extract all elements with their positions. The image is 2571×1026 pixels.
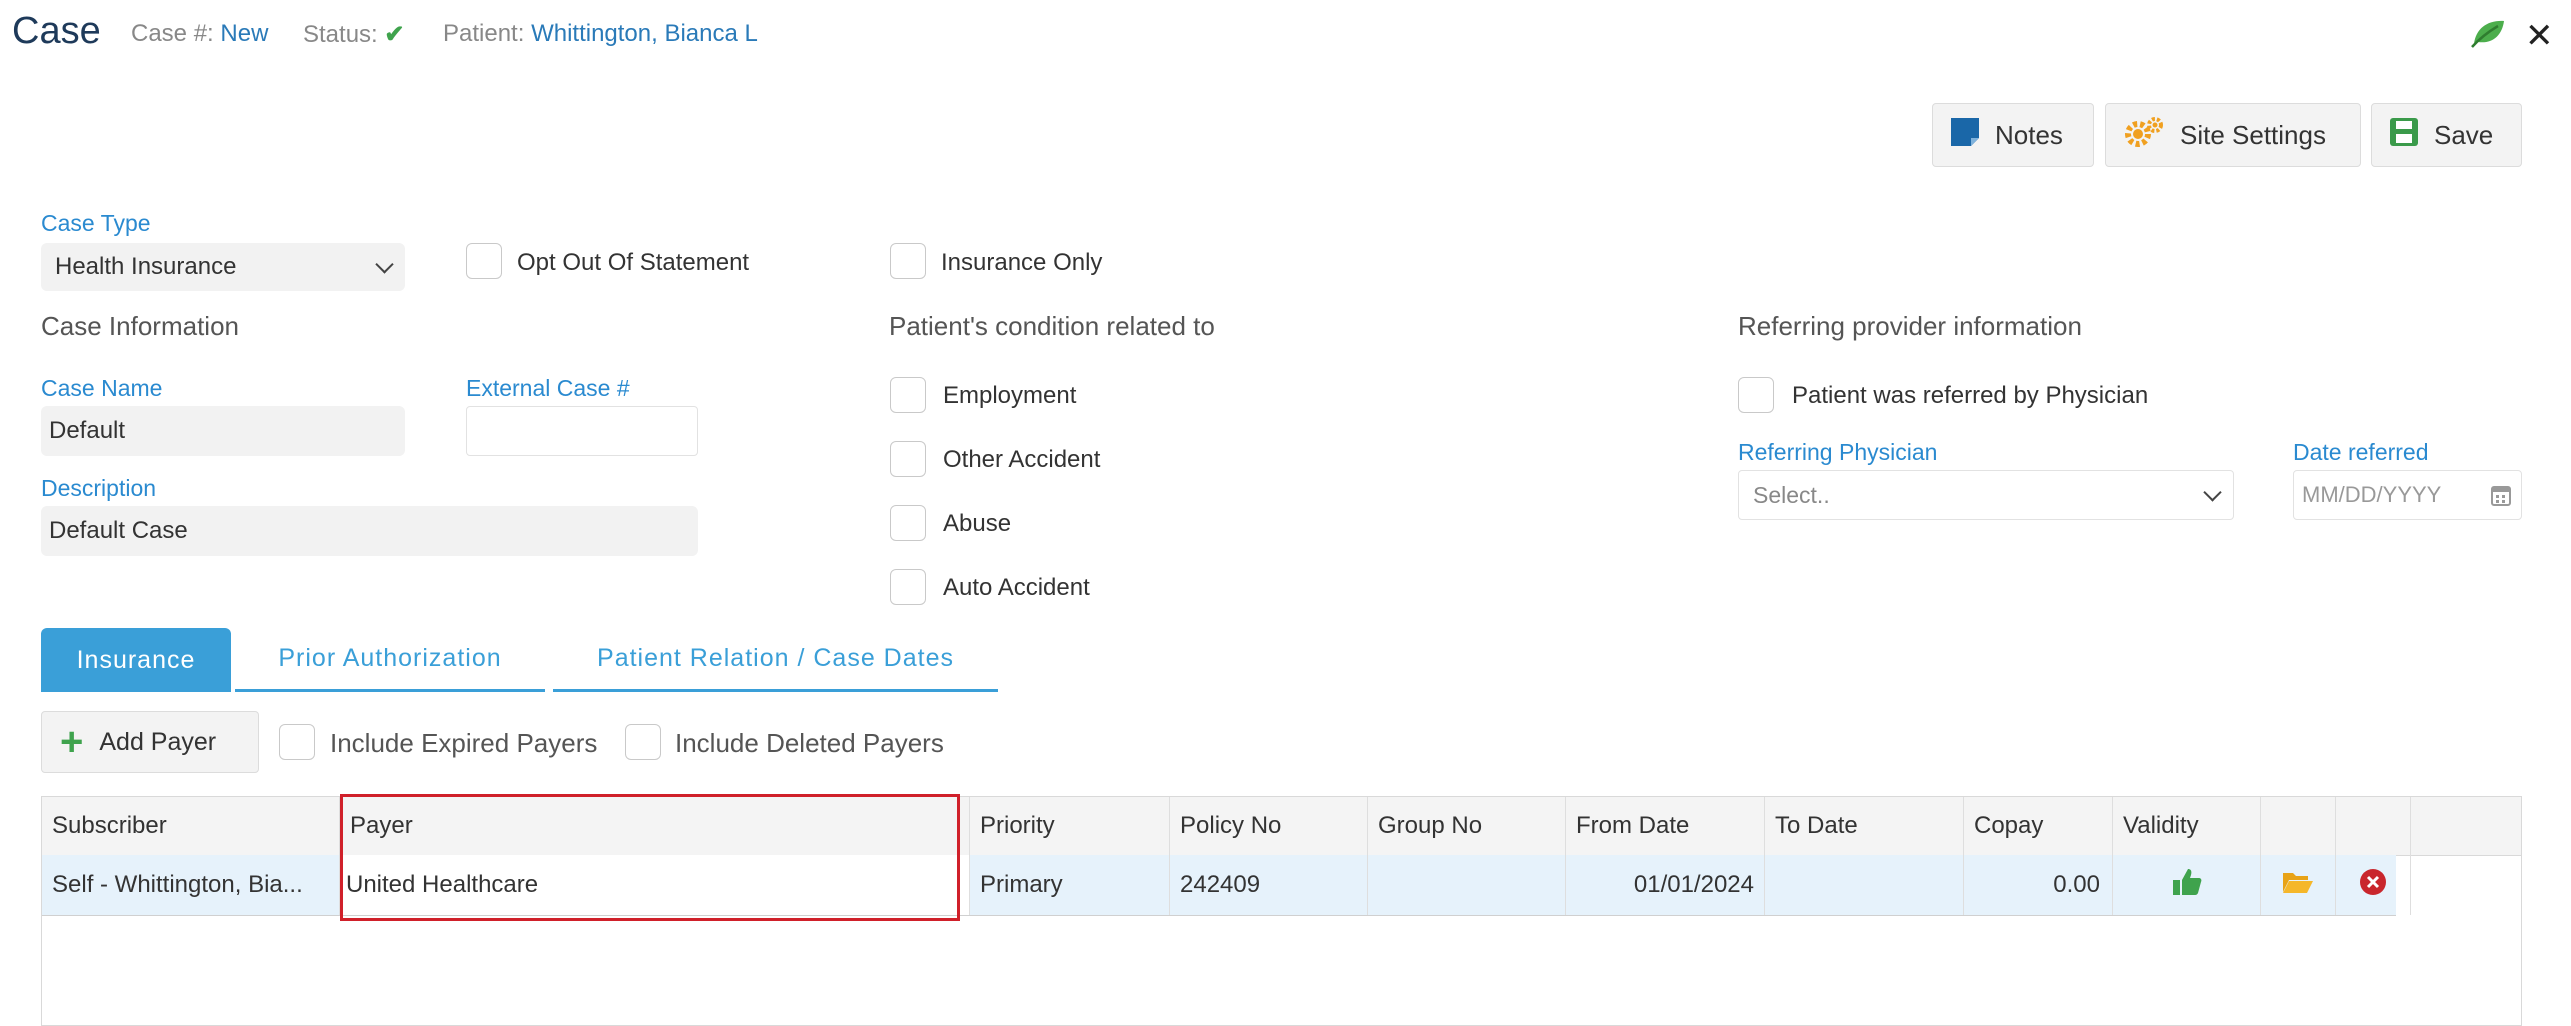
referring-physician-select[interactable]: Select.. [1738,470,2234,520]
column-header [2336,797,2411,855]
priority-cell: Primary [970,855,1170,915]
site-settings-button[interactable]: Site Settings [2105,103,2361,167]
condition-label: Employment [943,382,1077,409]
condition-heading: Patient's condition related to [889,311,1215,341]
date-referred-label: Date referred [2293,439,2429,465]
auto-accident-checkbox[interactable] [890,569,926,605]
group-no-cell [1368,855,1566,915]
notes-button[interactable]: Notes [1932,103,2094,167]
column-header[interactable]: Subscriber [42,797,340,855]
referring-heading: Referring provider information [1738,311,2082,341]
description-label: Description [41,475,157,501]
include-deleted-checkbox[interactable] [625,724,661,760]
chevron-down-icon [375,255,394,274]
tab-insurance[interactable]: Insurance [41,628,231,692]
insurance-only-label: Insurance Only [941,249,1103,276]
include-deleted-label: Include Deleted Payers [675,728,944,758]
case-type-select[interactable]: Health Insurance [41,243,405,291]
description-input[interactable]: Default Case [41,506,698,556]
tab-prior-authorization[interactable]: Prior Authorization [235,628,545,692]
include-expired-checkbox[interactable] [279,724,315,760]
check-icon: ✔ [384,21,405,48]
case-number: Case #: New [131,20,269,47]
case-number-value: New [220,20,269,47]
referring-physician-label: Referring Physician [1738,439,1938,465]
column-header [2261,797,2336,855]
external-case-input[interactable] [466,406,698,456]
case-name-input[interactable]: Default [41,406,405,456]
condition-label: Other Accident [943,446,1101,473]
save-icon [2390,117,2418,153]
case-name-label: Case Name [41,375,163,401]
page-title: Case [12,10,101,52]
add-payer-button[interactable]: + Add Payer [41,711,259,773]
notes-icon [1951,117,1979,153]
include-expired-label: Include Expired Payers [330,728,598,758]
column-header[interactable]: Policy No [1170,797,1368,855]
subscriber-cell: Self - Whittington, Bia... [42,855,340,915]
case-type-label: Case Type [41,210,151,236]
abuse-checkbox[interactable] [890,505,926,541]
column-header[interactable]: Group No [1368,797,1566,855]
folder-open-icon[interactable] [2282,870,2314,901]
case-status: Status: ✔ [303,21,405,48]
policy-no-cell: 242409 [1170,855,1368,915]
validity-cell [2113,855,2261,915]
employment-checkbox[interactable] [890,377,926,413]
delete-cell [2336,855,2411,915]
condition-label: Auto Accident [943,574,1090,601]
patient-info: Patient: Whittington, Bianca L [443,20,758,47]
copay-cell: 0.00 [1964,855,2113,915]
insurance-only-checkbox[interactable] [890,243,926,279]
other-accident-checkbox[interactable] [890,441,926,477]
column-header[interactable]: Validity [2113,797,2261,855]
calendar-icon[interactable] [2491,484,2511,512]
plus-icon: + [60,720,84,764]
open-folder-cell [2261,855,2336,915]
column-header[interactable]: Copay [1964,797,2113,855]
column-header[interactable]: From Date [1566,797,1765,855]
patient-link[interactable]: Whittington, Bianca L [531,20,758,47]
thumbs-up-icon [2172,867,2202,904]
gears-icon [2124,116,2164,155]
case-info-heading: Case Information [41,311,239,341]
leaf-icon [2470,18,2506,53]
tab-patient-relation[interactable]: Patient Relation / Case Dates [553,628,998,692]
external-case-label: External Case # [466,375,630,401]
payer-highlight-box [340,794,960,921]
to-date-cell [1765,855,1964,915]
opt-out-label: Opt Out Of Statement [517,249,750,276]
opt-out-checkbox[interactable] [466,243,502,279]
date-referred-input[interactable]: MM/DD/YYYY [2293,470,2522,520]
delete-icon[interactable] [2359,868,2387,903]
referred-checkbox[interactable] [1738,377,1774,413]
from-date-cell: 01/01/2024 [1566,855,1765,915]
chevron-down-icon [2203,483,2222,502]
column-header[interactable]: Priority [970,797,1170,855]
condition-label: Abuse [943,510,1012,537]
column-header[interactable]: To Date [1765,797,1964,855]
referred-label: Patient was referred by Physician [1792,382,2149,409]
close-icon[interactable]: ✕ [2525,16,2554,56]
save-button[interactable]: Save [2371,103,2522,167]
